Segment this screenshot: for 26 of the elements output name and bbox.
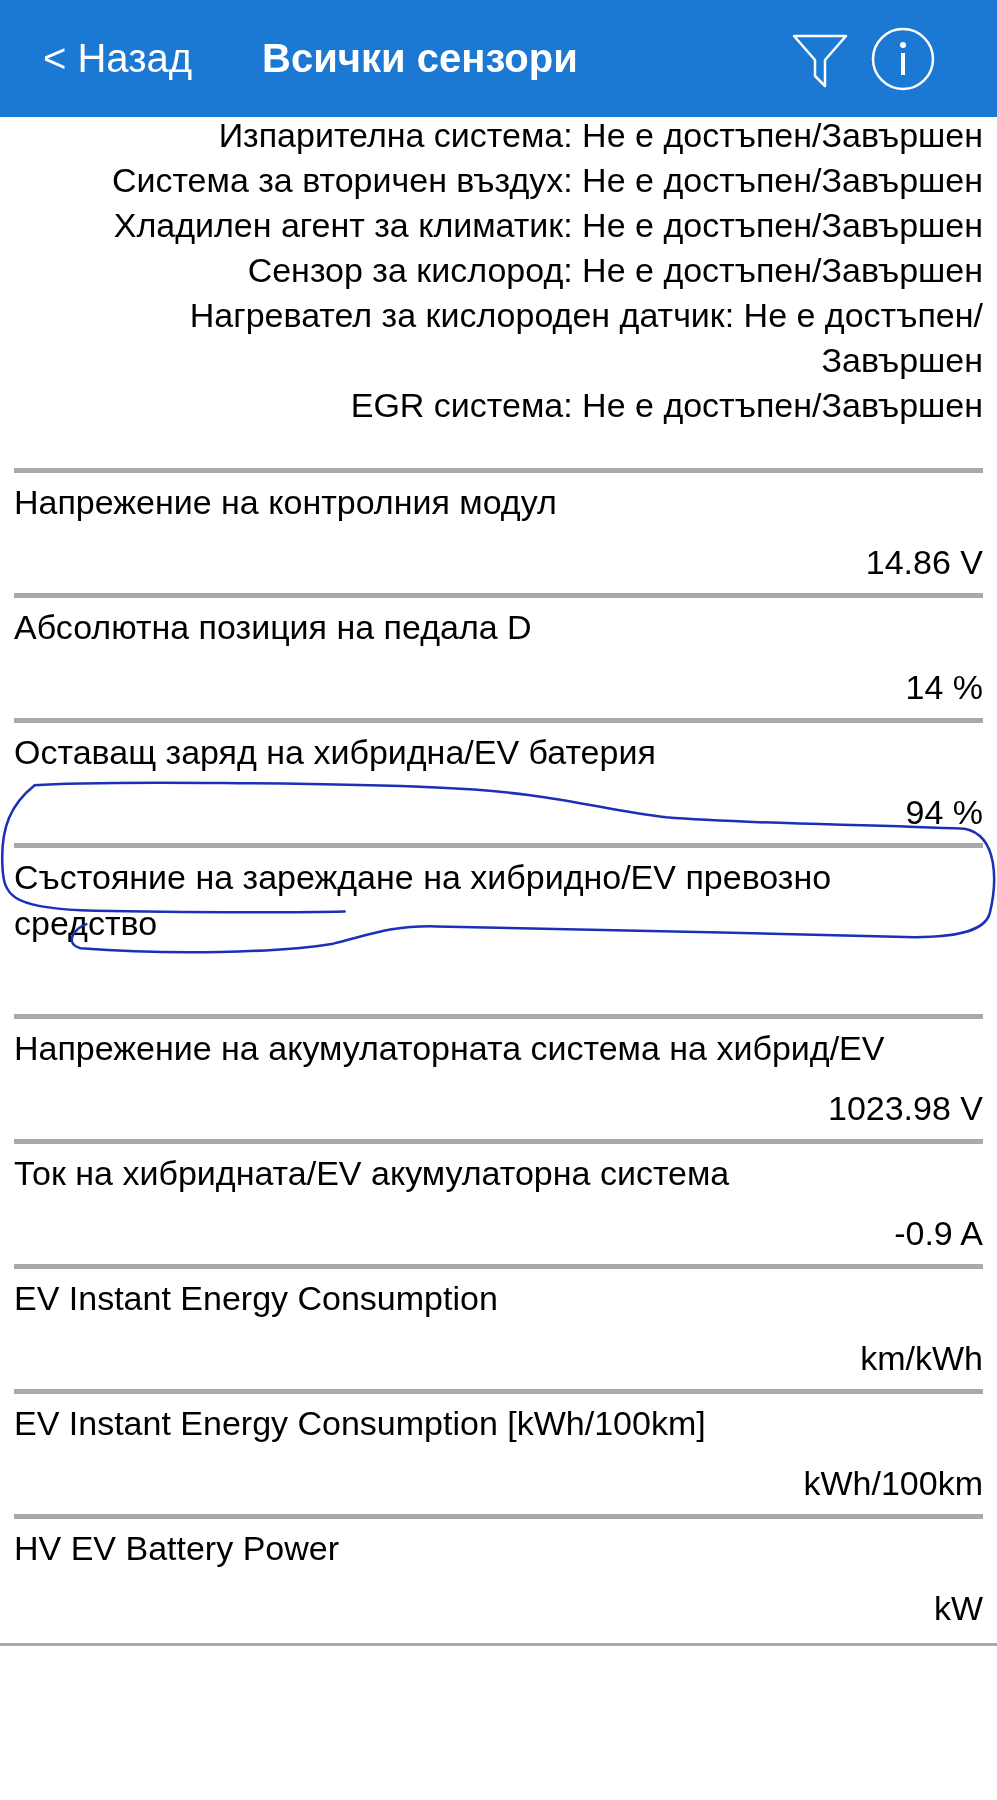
sensor-value: -0.9 A (894, 1213, 983, 1254)
status-line: Хладилен агент за климатик: Не е достъпен/Завършен (112, 205, 983, 246)
sensor-value: 94 % (905, 792, 983, 833)
sensor-label: Ток на хибридната/EV акумулаторна система (14, 1153, 731, 1194)
sensor-label: Абсолютна позиция на педала D (14, 607, 533, 648)
status-line: Нагревател за кислороден датчик: Не е достъпен/Завършен (188, 295, 983, 381)
sensor-label: Напрежение на контролния модул (14, 482, 558, 523)
sensor-value: kWh/100km (803, 1463, 983, 1504)
sensor-label: EV Instant Energy Consumption (14, 1278, 499, 1319)
sensor-label: EV Instant Energy Consumption [kWh/100km] (14, 1403, 707, 1444)
screen-title: Всички сензори (262, 36, 578, 81)
sensor-label: Напрежение на акумулаторната система на хибрид/EV (14, 1028, 886, 1069)
status-line: Изпарителна система: Не е достъпен/Завършен (217, 115, 983, 156)
status-line: Система за вторичен въздух: Не е достъпен/Завършен (110, 160, 983, 201)
sensor-value: km/kWh (860, 1338, 983, 1379)
sensor-value: 14 % (905, 667, 983, 708)
status-line: EGR система: Не е достъпен/Завършен (349, 385, 983, 426)
sensor-value: 14.86 V (865, 542, 983, 583)
sensor-value: 1023.98 V (827, 1088, 983, 1129)
sensor-label: Оставащ заряд на хибридна/EV батерия (14, 732, 657, 773)
sensor-label: HV EV Battery Power (14, 1528, 340, 1569)
sensor-label: Състояние на зареждане на хибридно/EV превозно средство (14, 857, 833, 944)
info-icon[interactable] (871, 26, 935, 91)
back-button[interactable]: < Назад (43, 36, 193, 81)
status-line: Сензор за кислород: Не е достъпен/Завършен (246, 250, 983, 291)
sensor-value: kW (933, 1588, 983, 1629)
